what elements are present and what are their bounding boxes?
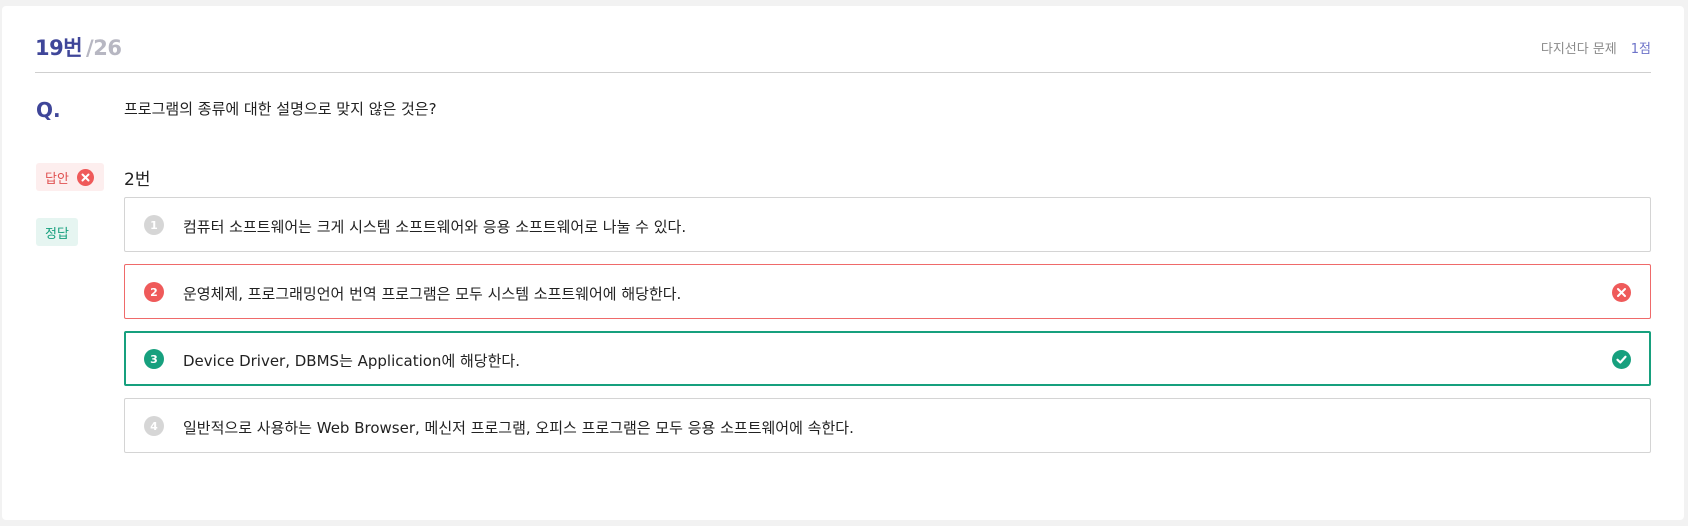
option-2[interactable]: 2 운영체제, 프로그래밍언어 번역 프로그램은 모두 시스템 소프트웨어에 해…: [124, 264, 1651, 319]
question-meta: 다지선다 문제 1점: [1541, 38, 1651, 57]
question-type: 다지선다 문제: [1540, 42, 1617, 57]
question-card: 19번/26 다지선다 문제 1점 Q. 프로그램의 종류에 대한 설명으로 맞지…: [2, 6, 1684, 520]
option-text: 일반적으로 사용하는 Web Browser, 메신저 프로그램, 오피스 프로…: [183, 419, 854, 437]
x-circle-icon: [1612, 283, 1631, 302]
answer-badge-label: 답안: [45, 171, 69, 187]
question-text: 프로그램의 종류에 대한 설명으로 맞지 않은 것은?: [124, 100, 437, 118]
option-number-badge: 3: [144, 349, 164, 369]
option-number-badge: 1: [144, 215, 164, 235]
option-3[interactable]: 3 Device Driver, DBMS는 Application에 해당한다…: [124, 331, 1651, 386]
question-number: 19번/26: [35, 32, 122, 62]
option-text: Device Driver, DBMS는 Application에 해당한다.: [183, 352, 520, 370]
option-number-badge: 2: [144, 282, 164, 302]
question-points: 1점: [1630, 42, 1651, 57]
question-number-total: /26: [86, 36, 122, 60]
option-text: 컴퓨터 소프트웨어는 크게 시스템 소프트웨어와 응용 소프트웨어로 나눌 수 …: [183, 218, 687, 236]
question-label: Q.: [36, 98, 61, 122]
answer-badge: 답안: [36, 163, 104, 191]
question-header: 19번/26 다지선다 문제 1점: [35, 28, 1651, 73]
option-text: 운영체제, 프로그래밍언어 번역 프로그램은 모두 시스템 소프트웨어에 해당한…: [183, 285, 682, 303]
question-number-current: 19번: [35, 36, 83, 60]
correct-badge-label: 정답: [45, 226, 69, 242]
correct-answer-badge: 정답: [36, 218, 78, 246]
option-number-badge: 4: [144, 416, 164, 436]
answer-value: 2번: [124, 170, 151, 190]
x-circle-icon: [76, 168, 94, 186]
option-1[interactable]: 1 컴퓨터 소프트웨어는 크게 시스템 소프트웨어와 응용 소프트웨어로 나눌 …: [124, 197, 1651, 252]
option-4[interactable]: 4 일반적으로 사용하는 Web Browser, 메신저 프로그램, 오피스 …: [124, 398, 1651, 453]
check-circle-icon: [1612, 350, 1631, 369]
